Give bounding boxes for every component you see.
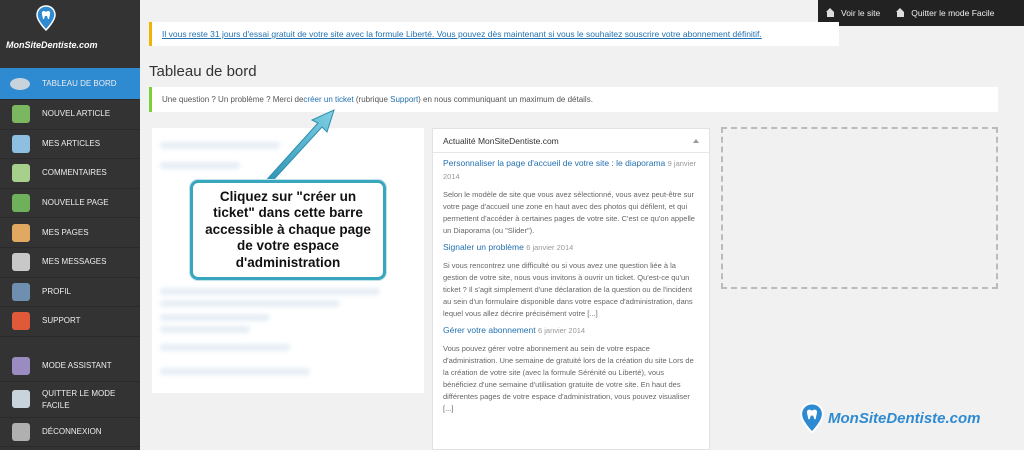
sidebar-item-label: MES ARTICLES (42, 138, 101, 148)
article-date: 6 janvier 2014 (526, 243, 574, 252)
list-item: Signaler un problème 6 janvier 2014 Si v… (443, 241, 699, 320)
sidebar-item-déconnexion[interactable]: DÉCONNEXION (0, 418, 140, 448)
brand-logo-text: MonSiteDentiste.com (828, 409, 981, 427)
article-date: 6 janvier 2014 (537, 326, 586, 335)
article-excerpt: Selon le modèle de site que vous avez sé… (443, 190, 695, 235)
trial-notice: Il vous reste 31 jours d'essai gratuit d… (149, 22, 839, 46)
help-text-middle: (rubrique (353, 95, 391, 104)
sidebar-item-commentaires[interactable]: COMMENTAIRES (0, 159, 140, 189)
profile-icon (12, 282, 30, 301)
pages-icon (12, 223, 30, 242)
sidebar-item-label: TABLEAU DE BORD (42, 78, 117, 88)
view-site-label: Voir le site (841, 8, 881, 18)
news-widget-title: Actualité MonSiteDentiste.com (443, 135, 559, 146)
top-admin-bar: Voir le site Quitter le mode Facile (818, 0, 1024, 26)
sidebar-item-nouvelle-page[interactable]: NOUVELLE PAGE (0, 189, 140, 219)
sidebar-logo[interactable]: MonSiteDentiste.com (0, 0, 140, 66)
sidebar-item-profil[interactable]: PROFIL (0, 278, 140, 308)
help-bar: Une question ? Un problème ? Merci de cr… (149, 87, 998, 112)
sidebar-item-label: NOUVEL ARTICLE (42, 109, 111, 119)
list-item: Gérer votre abonnement 6 janvier 2014 Vo… (443, 324, 699, 415)
sidebar-nav: TABLEAU DE BORD NOUVEL ARTICLE MES ARTICLE… (0, 68, 140, 337)
create-ticket-link[interactable]: créer un ticket (303, 95, 353, 104)
sidebar-item-mode-assistant[interactable]: MODE ASSISTANT (0, 352, 140, 382)
sidebar-item-quitter-le-mode-facile[interactable]: QUITTER LE MODE FACILE (0, 382, 140, 418)
tooth-pin-icon (36, 5, 56, 31)
page-title: Tableau de bord (149, 63, 257, 80)
article-title-link[interactable]: Signaler un problème (443, 242, 524, 252)
support-icon (12, 312, 30, 331)
sidebar: MonSiteDentiste.com TABLEAU DE BORD NOUVE… (0, 0, 140, 450)
home-icon (896, 8, 905, 17)
sidebar-item-mes-articles[interactable]: MES ARTICLES (0, 130, 140, 160)
home-icon (826, 8, 835, 17)
article-excerpt: Vous pouvez gérer votre abonnement au se… (443, 344, 694, 413)
help-callout: Cliquez sur "créer un ticket" dans cette… (190, 180, 386, 280)
new-page-icon (12, 194, 30, 213)
dashboard-icon (10, 77, 30, 90)
sidebar-item-label: NOUVELLE PAGE (42, 198, 109, 208)
sidebar-nav-bottom: MODE ASSISTANT QUITTER LE MODE FACILE DÉCO… (0, 352, 140, 448)
sidebar-item-label: PROFIL (42, 286, 71, 296)
comments-icon (12, 164, 30, 183)
sidebar-item-label: COMMENTAIRES (42, 168, 107, 178)
news-widget-header[interactable]: Actualité MonSiteDentiste.com (433, 129, 709, 153)
sidebar-item-label: MODE ASSISTANT (42, 361, 112, 371)
sidebar-brand: MonSiteDentiste.com (6, 40, 98, 50)
sidebar-item-support[interactable]: SUPPORT (0, 307, 140, 337)
collapse-caret-icon[interactable] (693, 138, 699, 143)
messages-icon (12, 253, 30, 272)
sidebar-item-label: MES PAGES (42, 227, 89, 237)
news-list: Personnaliser la page d'accueil de votre… (433, 153, 709, 423)
sidebar-item-mes-messages[interactable]: MES MESSAGES (0, 248, 140, 278)
article-title-link[interactable]: Personnaliser la page d'accueil de votre… (443, 158, 665, 168)
dashboard-screen: MonSiteDentiste.com TABLEAU DE BORD NOUVE… (0, 0, 1024, 450)
sidebar-item-label: QUITTER LE MODE FACILE (42, 388, 116, 410)
assistant-icon (12, 357, 30, 376)
tooth-pin-icon (800, 402, 824, 434)
new-article-icon (12, 105, 30, 124)
news-widget: Actualité MonSiteDentiste.com Personnali… (432, 128, 710, 450)
help-text-after: ) en nous communiquant un maximum de dét… (418, 95, 593, 104)
help-text-before: Une question ? Un problème ? Merci de (162, 95, 304, 104)
sidebar-item-label: SUPPORT (42, 316, 81, 326)
quit-easy-mode-icon (12, 389, 30, 408)
sidebar-item-label: MES MESSAGES (42, 257, 107, 267)
quit-easy-mode-label: Quitter le mode Facile (911, 8, 995, 18)
articles-icon (12, 134, 30, 153)
brand-logo: MonSiteDentiste.com (800, 402, 981, 434)
list-item: Personnaliser la page d'accueil de votre… (443, 157, 699, 237)
trial-notice-link[interactable]: Il vous reste 31 jours d'essai gratuit d… (162, 29, 762, 39)
sidebar-item-nouvel-article[interactable]: NOUVEL ARTICLE (0, 100, 140, 130)
sidebar-item-tableau-de-bord[interactable]: TABLEAU DE BORD (0, 68, 140, 100)
article-title-link[interactable]: Gérer votre abonnement (443, 325, 536, 335)
support-link[interactable]: Support (390, 95, 418, 104)
view-site-link[interactable]: Voir le site (818, 8, 888, 18)
sidebar-item-label: DÉCONNEXION (42, 426, 102, 436)
sidebar-item-mes-pages[interactable]: MES PAGES (0, 218, 140, 248)
quit-easy-mode-link[interactable]: Quitter le mode Facile (888, 8, 1002, 18)
widget-drop-zone[interactable] (721, 127, 998, 289)
logout-icon (12, 422, 30, 441)
article-excerpt: Si vous rencontrez une difficulté ou si … (443, 261, 693, 318)
